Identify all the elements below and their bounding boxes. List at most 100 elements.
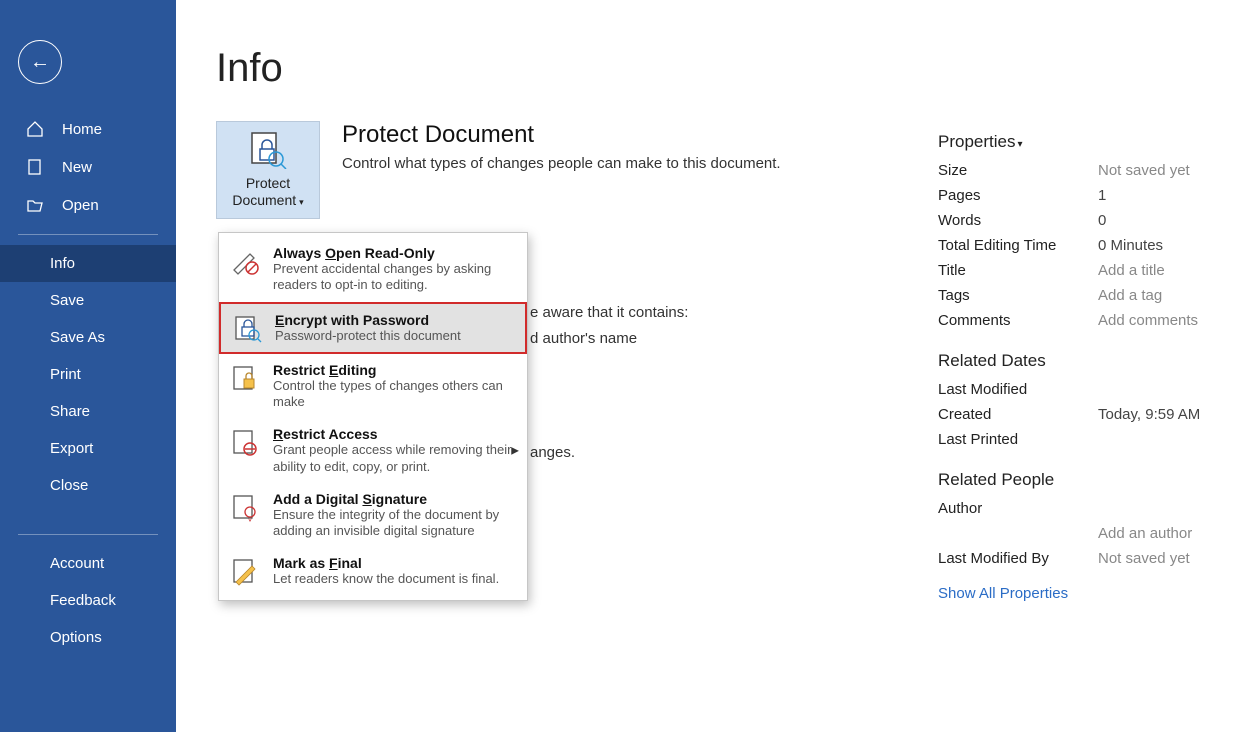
partially-hidden-text-2: anges. [530, 444, 575, 461]
prop-value[interactable]: Not saved yet [1098, 162, 1228, 179]
properties-heading[interactable]: Properties▾ [938, 132, 1228, 152]
prop-value: 1 [1098, 187, 1228, 204]
sidebar-item-label: Close [50, 477, 88, 494]
property-row: Size Not saved yet [938, 162, 1228, 179]
prop-label: Words [938, 212, 981, 229]
sidebar-item-print[interactable]: Print [0, 356, 176, 393]
property-row: Pages 1 [938, 187, 1228, 204]
sidebar-item-account[interactable]: Account [0, 545, 176, 582]
sidebar-item-share[interactable]: Share [0, 393, 176, 430]
prop-value: 0 [1098, 212, 1228, 229]
sidebar-item-save[interactable]: Save [0, 282, 176, 319]
menu-item-title: Restrict Access [273, 426, 515, 442]
sidebar-item-label: Export [50, 440, 93, 457]
prop-label: Title [938, 262, 966, 279]
menu-item-desc: Prevent accidental changes by asking rea… [273, 261, 515, 294]
protect-document-button[interactable]: Protect Document▾ [216, 121, 320, 219]
prop-value [1098, 500, 1228, 517]
menu-item-encrypt[interactable]: Encrypt with PasswordPassword-protect th… [219, 302, 527, 354]
prop-label: Last Printed [938, 431, 1018, 448]
prop-value[interactable]: Not saved yet [1098, 550, 1228, 567]
sidebar-item-options[interactable]: Options [0, 619, 176, 656]
sidebar-item-open[interactable]: Open [0, 186, 176, 224]
date-row: Last Printed [938, 431, 1228, 448]
menu-item-title: Add a Digital Signature [273, 491, 515, 507]
date-row: Last Modified [938, 381, 1228, 398]
date-row: Created Today, 9:59 AM [938, 406, 1228, 423]
people-row: Last Modified By Not saved yet [938, 550, 1228, 567]
home-icon [26, 120, 44, 138]
prop-value: 0 Minutes [1098, 237, 1228, 254]
readonly-icon [229, 245, 261, 277]
show-all-properties-link[interactable]: Show All Properties [938, 585, 1228, 602]
menu-item-title: Mark as Final [273, 555, 515, 571]
sidebar-item-feedback[interactable]: Feedback [0, 582, 176, 619]
menu-item-desc: Control the types of changes others can … [273, 378, 515, 411]
prop-value [1098, 431, 1228, 448]
property-row: Total Editing Time 0 Minutes [938, 237, 1228, 254]
sidebar-item-label: Share [50, 403, 90, 420]
prop-label: Comments [938, 312, 1011, 329]
sidebar-separator [18, 534, 158, 535]
prop-label: Size [938, 162, 967, 179]
menu-item-title: Restrict Editing [273, 362, 515, 378]
menu-item-desc: Let readers know the document is final. [273, 571, 515, 587]
sidebar-item-label: Print [50, 366, 81, 383]
people-row: Add an author [938, 525, 1228, 542]
prop-value[interactable]: Add an author [1098, 525, 1228, 542]
sidebar-item-label: Info [50, 255, 75, 272]
sidebar-item-label: Home [62, 121, 102, 138]
backstage-sidebar: ← Home New Open Info Save Save As Print … [0, 0, 176, 732]
restrictaccess-icon [229, 426, 261, 458]
open-folder-icon [26, 196, 44, 214]
sidebar-item-label: Save As [50, 329, 105, 346]
sidebar-item-info[interactable]: Info [0, 245, 176, 282]
protect-document-icon [248, 131, 288, 169]
menu-item-readonly[interactable]: Always Open Read-OnlyPrevent accidental … [219, 237, 527, 302]
property-row: TagsAdd a tag [938, 287, 1228, 304]
property-row: Comments Add comments [938, 312, 1228, 329]
properties-panel: Properties▾ Size Not saved yet Pages 1 Words… [938, 132, 1228, 602]
sidebar-item-close[interactable]: Close [0, 467, 176, 504]
menu-item-desc: Ensure the integrity of the document by … [273, 507, 515, 540]
restrictedit-icon [229, 362, 261, 394]
sidebar-item-label: Feedback [50, 592, 116, 609]
sidebar-separator [18, 234, 158, 235]
menu-item-restrictaccess[interactable]: Restrict AccessGrant people access while… [219, 418, 527, 483]
sidebar-item-new[interactable]: New [0, 148, 176, 186]
prop-value[interactable]: Add a title [1098, 262, 1228, 279]
menu-item-restrictedit[interactable]: Restrict EditingControl the types of cha… [219, 354, 527, 419]
back-arrow-icon: ← [30, 51, 50, 74]
partially-hidden-text: e aware that it contains: d author's nam… [530, 300, 688, 351]
encrypt-icon [231, 312, 263, 344]
new-doc-icon [26, 158, 44, 176]
sidebar-item-label: Account [50, 555, 104, 572]
menu-item-signature[interactable]: Add a Digital SignatureEnsure the integr… [219, 483, 527, 548]
sidebar-item-label: Options [50, 629, 102, 646]
menu-item-final[interactable]: Mark as FinalLet readers know the docume… [219, 547, 527, 595]
prop-label: Last Modified By [938, 550, 1049, 567]
people-row: Author [938, 500, 1228, 517]
prop-label: Author [938, 500, 982, 517]
prop-label: Pages [938, 187, 981, 204]
prop-value [1098, 381, 1228, 398]
sidebar-item-home[interactable]: Home [0, 110, 176, 148]
prop-value[interactable]: Add comments [1098, 312, 1228, 329]
prop-label: Total Editing Time [938, 237, 1056, 254]
sidebar-item-label: Save [50, 292, 84, 309]
protect-section-title: Protect Document [342, 121, 781, 149]
signature-icon [229, 491, 261, 523]
prop-label: Created [938, 406, 991, 423]
property-row: Title Add a title [938, 262, 1228, 279]
prop-value: Today, 9:59 AM [1098, 406, 1228, 423]
sidebar-item-label: New [62, 159, 92, 176]
final-icon [229, 555, 261, 587]
prop-value[interactable]: Add a tag [1098, 287, 1228, 304]
sidebar-item-export[interactable]: Export [0, 430, 176, 467]
property-row: Words 0 [938, 212, 1228, 229]
sidebar-item-save-as[interactable]: Save As [0, 319, 176, 356]
back-button[interactable]: ← [18, 40, 62, 84]
prop-label: Last Modified [938, 381, 1027, 398]
menu-item-title: Encrypt with Password [275, 312, 513, 328]
menu-item-desc: Grant people access while removing their… [273, 442, 515, 475]
